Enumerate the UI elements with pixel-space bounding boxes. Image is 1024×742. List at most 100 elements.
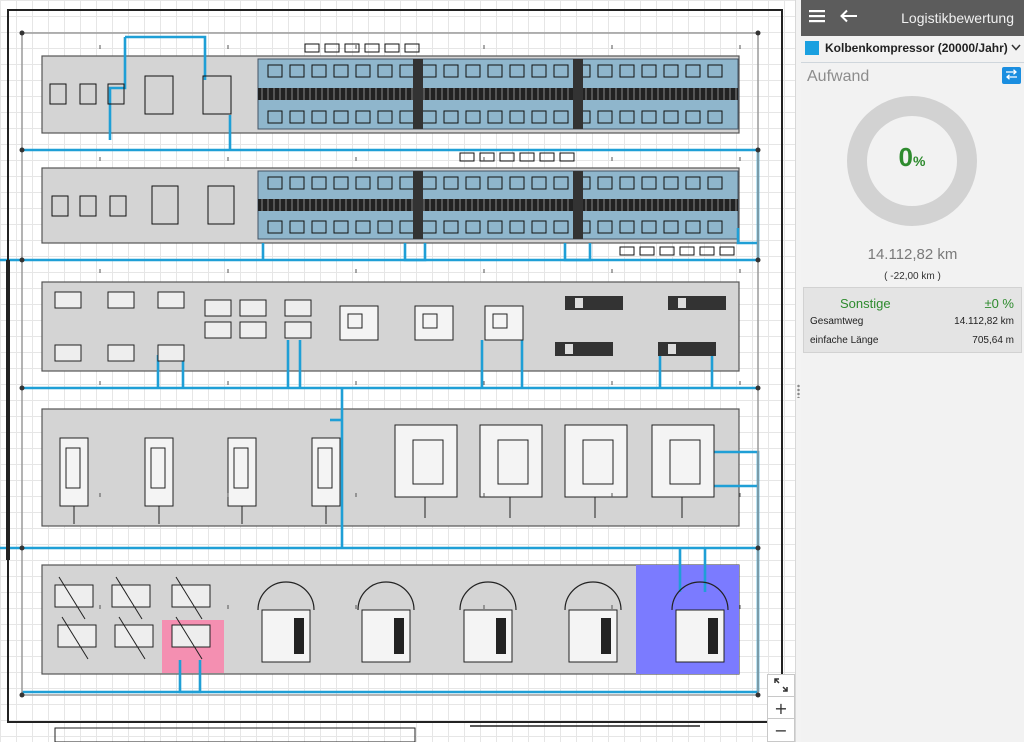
- back-button[interactable]: [833, 0, 865, 36]
- zoom-fit-button[interactable]: [767, 674, 795, 698]
- press-machine: [107, 344, 135, 362]
- panel-title: Logistikbewertung: [901, 10, 1014, 26]
- part-cart: [499, 152, 515, 162]
- lathe-chuck: [668, 344, 676, 354]
- cnc-machine: [414, 305, 454, 341]
- donut-percent-unit: %: [913, 153, 926, 169]
- welding-fixture: [394, 618, 404, 654]
- lathe-chuck: [678, 298, 686, 308]
- part-cart: [324, 43, 340, 53]
- part-cart: [719, 246, 735, 256]
- total-distance: 14.112,82 km: [867, 246, 958, 263]
- press-machine: [284, 299, 312, 317]
- logistics-panel: Logistikbewertung Kolbenkompressor (2000…: [801, 0, 1024, 742]
- line-separator: [413, 171, 423, 239]
- part-cart: [699, 246, 715, 256]
- menu-button[interactable]: [801, 0, 833, 36]
- distance-delta: ( -22,00 km ): [884, 271, 941, 282]
- conveyor-belt: [258, 88, 738, 100]
- lathe-machine: [555, 342, 613, 356]
- part-cart: [404, 43, 420, 53]
- machining-center: [564, 424, 628, 498]
- part-cart: [519, 152, 535, 162]
- column-marker: [755, 257, 761, 263]
- part-cart: [479, 152, 495, 162]
- detail-value-simple-length: 705,64 m: [972, 335, 1014, 346]
- press-machine: [54, 344, 82, 362]
- robot-cell: [57, 624, 97, 648]
- hamburger-icon: [809, 9, 825, 28]
- lathe-chuck: [565, 344, 573, 354]
- swap-view-button[interactable]: [1002, 67, 1021, 84]
- detail-value-total-path: 14.112,82 km: [954, 316, 1014, 327]
- part-cart: [364, 43, 380, 53]
- line-separator: [413, 59, 423, 129]
- part-cart: [559, 152, 575, 162]
- line-separator: [573, 59, 583, 129]
- product-dropdown[interactable]: Kolbenkompressor (20000/Jahr): [805, 38, 1021, 58]
- column-marker: [19, 30, 25, 36]
- category-name: Sonstige: [840, 296, 891, 311]
- robot-cell: [111, 584, 151, 608]
- line-separator: [573, 171, 583, 239]
- minus-icon: −: [774, 720, 788, 740]
- conveyor-belt: [258, 199, 738, 211]
- welding-fixture: [601, 618, 611, 654]
- column-marker: [755, 147, 761, 153]
- part-cart: [679, 246, 695, 256]
- expand-arrows-icon: [774, 677, 788, 696]
- machining-center: [394, 424, 458, 498]
- press-machine: [239, 299, 267, 317]
- factory-layout-drawing[interactable]: [0, 0, 795, 742]
- column-marker: [755, 30, 761, 36]
- production-hall-3: [41, 281, 740, 372]
- detail-key-total-path: Gesamtweg: [810, 316, 864, 327]
- part-cart: [659, 246, 675, 256]
- column-marker: [19, 257, 25, 263]
- welding-fixture: [708, 618, 718, 654]
- column-marker: [755, 692, 761, 698]
- part-cart: [639, 246, 655, 256]
- zoom-in-button[interactable]: +: [767, 696, 795, 720]
- lower-building-outline: [54, 727, 416, 742]
- column-marker: [19, 692, 25, 698]
- press-machine: [284, 321, 312, 339]
- column-marker: [19, 147, 25, 153]
- part-cart: [344, 43, 360, 53]
- cnc-machine: [339, 305, 379, 341]
- part-cart: [619, 246, 635, 256]
- chevron-down-icon: [1011, 42, 1021, 54]
- press-machine: [107, 291, 135, 309]
- robot-cell: [171, 624, 211, 648]
- category-detail-box: Sonstige ±0 % Gesamtweg 14.112,82 km ein…: [803, 287, 1022, 353]
- press-machine: [157, 291, 185, 309]
- lathe-machine: [668, 296, 726, 310]
- section-title: Aufwand: [807, 68, 870, 85]
- welding-fixture: [496, 618, 506, 654]
- lathe-chuck: [575, 298, 583, 308]
- press-machine: [204, 299, 232, 317]
- lathe-machine: [658, 342, 716, 356]
- category-percent: ±0 %: [984, 296, 1014, 311]
- logistics-route: [563, 243, 592, 262]
- press-machine: [54, 291, 82, 309]
- product-color-swatch: [805, 41, 819, 55]
- factory-layout-canvas[interactable]: + −: [0, 0, 795, 742]
- cnc-machine: [484, 305, 524, 341]
- section-divider: [801, 62, 1024, 63]
- press-machine: [157, 344, 185, 362]
- donut-percent-value: 0: [898, 142, 913, 172]
- part-cart: [459, 152, 475, 162]
- welding-fixture: [294, 618, 304, 654]
- machining-center: [651, 424, 715, 498]
- donut-percentage: 0%: [846, 142, 978, 173]
- zoom-out-button[interactable]: −: [767, 718, 795, 742]
- column-marker: [19, 385, 25, 391]
- part-cart: [384, 43, 400, 53]
- press-machine: [204, 321, 232, 339]
- part-cart: [304, 43, 320, 53]
- logistics-route: [736, 228, 758, 245]
- swap-arrows-icon: [1005, 67, 1018, 85]
- arrow-left-icon: [840, 9, 858, 28]
- robot-cell: [171, 584, 211, 608]
